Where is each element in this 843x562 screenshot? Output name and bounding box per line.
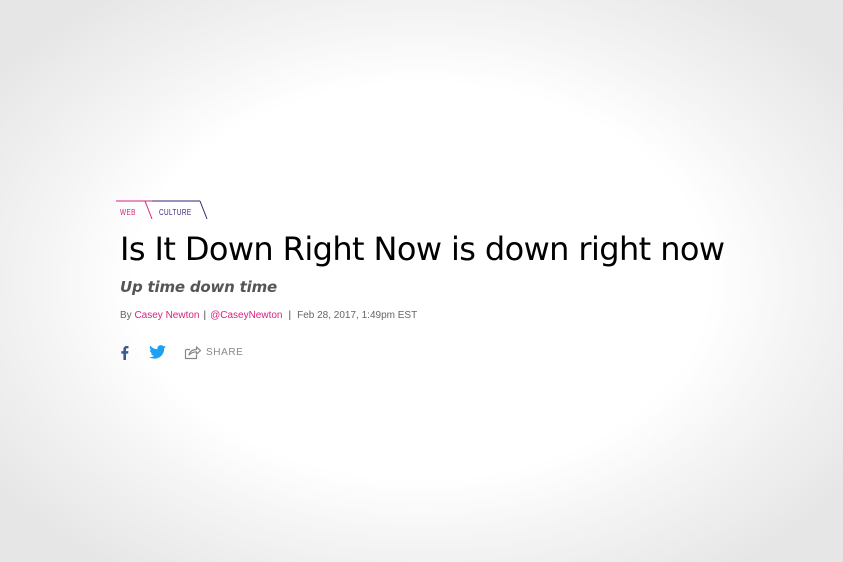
byline: By Casey Newton | @CaseyNewton | Feb 28, 201… xyxy=(120,310,816,321)
breadcrumb-item-culture[interactable]: CULTURE xyxy=(159,208,192,217)
article-dek: Up time down time xyxy=(120,278,277,296)
article-headline: Is It Down Right Now is down right now xyxy=(120,230,725,268)
byline-prefix: By xyxy=(120,310,132,321)
byline-separator-2: | xyxy=(288,310,292,321)
publish-timestamp: Feb 28, 2017, 1:49pm EST xyxy=(297,310,418,321)
share-label: SHARE xyxy=(206,346,244,358)
twitter-share-button[interactable] xyxy=(149,345,166,359)
facebook-icon xyxy=(121,345,129,360)
share-icon xyxy=(184,345,201,359)
breadcrumb: WEB CULTURE xyxy=(116,200,208,220)
article-header: WEB CULTURE Is It Down Right Now is down… xyxy=(116,200,816,361)
facebook-share-button[interactable] xyxy=(120,345,129,360)
byline-separator: | xyxy=(203,310,207,321)
breadcrumb-item-web[interactable]: WEB xyxy=(120,208,136,217)
author-twitter-link[interactable]: @CaseyNewton xyxy=(210,310,282,321)
share-bar: SHARE xyxy=(120,343,816,361)
share-button[interactable]: SHARE xyxy=(184,345,243,360)
twitter-icon xyxy=(149,345,166,359)
author-link[interactable]: Casey Newton xyxy=(134,310,199,321)
